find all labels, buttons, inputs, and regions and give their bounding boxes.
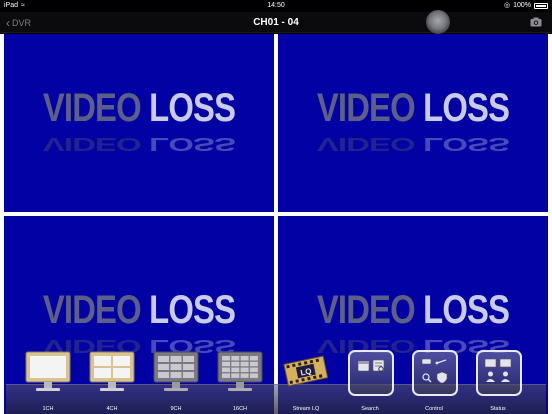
battery-percent: 100% bbox=[513, 2, 531, 9]
search-label: Search bbox=[361, 406, 379, 412]
lock-rotation-icon: ◎ bbox=[503, 2, 511, 9]
monitor-1ch-icon bbox=[25, 351, 71, 391]
battery-icon bbox=[534, 3, 548, 9]
search-button[interactable]: Search bbox=[342, 346, 398, 412]
control-label: Control bbox=[425, 406, 443, 412]
film-strip-icon: LQ bbox=[283, 355, 329, 387]
stream-lq-label: Stream LQ bbox=[292, 406, 320, 412]
status-time: 14:50 bbox=[267, 2, 285, 9]
status-bar: iPad ≈ 14:50 ◎ 100% bbox=[0, 0, 552, 12]
layout-4ch-label: 4CH bbox=[106, 406, 118, 412]
stream-lq-button[interactable]: LQ Stream LQ bbox=[278, 346, 334, 412]
video-loss-text: VIDEO LOSS bbox=[42, 86, 236, 130]
search-icon bbox=[357, 359, 385, 372]
nav-bar: ‹ DVR CH01 - 04 bbox=[0, 12, 552, 33]
layout-1ch-button[interactable]: 1CH bbox=[20, 346, 76, 412]
layout-16ch-label: 16CH bbox=[232, 406, 248, 412]
status-label: Status bbox=[490, 406, 506, 412]
video-tile-ch02[interactable]: VIDEO LOSS VIDEO LOSS bbox=[278, 34, 548, 212]
video-loss-reflection: VIDEO LOSS bbox=[42, 133, 236, 154]
control-button[interactable]: Control bbox=[406, 346, 462, 412]
layout-4ch-button[interactable]: 4CH bbox=[84, 346, 140, 412]
page-title: CH01 - 04 bbox=[253, 17, 299, 28]
monitor-16ch-icon bbox=[217, 351, 263, 391]
monitor-9ch-icon bbox=[153, 351, 199, 391]
video-loss-text: VIDEO LOSS bbox=[316, 86, 510, 130]
video-tile-ch01[interactable]: VIDEO LOSS VIDEO LOSS bbox=[4, 34, 274, 212]
status-icon bbox=[484, 358, 512, 382]
status-right: ◎ 100% bbox=[504, 0, 548, 12]
status-button[interactable]: Status bbox=[470, 346, 526, 412]
video-loss-reflection: VIDEO LOSS bbox=[316, 133, 510, 154]
assistive-touch-button[interactable] bbox=[426, 10, 450, 34]
layout-9ch-label: 9CH bbox=[170, 406, 182, 412]
camera-icon[interactable] bbox=[530, 17, 542, 27]
video-loss-text: VIDEO LOSS bbox=[42, 288, 236, 332]
layout-1ch-label: 1CH bbox=[42, 406, 54, 412]
monitor-4ch-icon bbox=[89, 351, 135, 391]
video-loss-text: VIDEO LOSS bbox=[316, 288, 510, 332]
layout-16ch-button[interactable]: 16CH bbox=[212, 346, 268, 412]
bottom-toolbar: 1CH 4CH 9CH 16CH LQ Stream LQ Search Con… bbox=[0, 336, 552, 414]
control-icon bbox=[421, 358, 448, 384]
layout-9ch-button[interactable]: 9CH bbox=[148, 346, 204, 412]
